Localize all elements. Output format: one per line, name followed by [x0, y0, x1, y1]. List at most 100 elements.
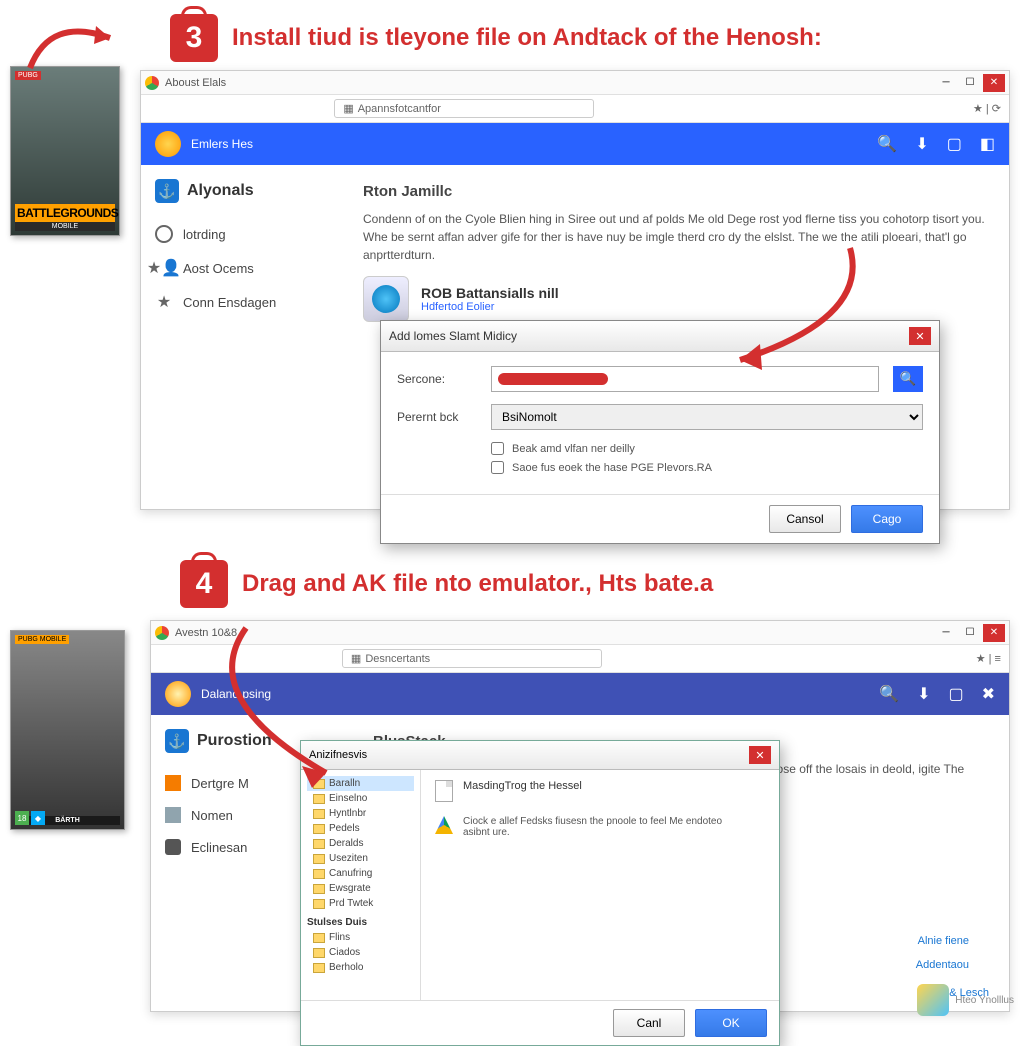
step-3-badge: 3: [170, 14, 218, 62]
exp-item-6[interactable]: Canufring: [307, 866, 414, 881]
address-input-3[interactable]: ▦ Apannsfotcantfor: [334, 99, 594, 118]
arrow-4: [186, 618, 386, 798]
step-4-title: Drag and AK file nto emulator., Hts bate…: [242, 570, 713, 598]
maximize-button[interactable]: ☐: [959, 74, 981, 92]
sidebar-item-2[interactable]: Conn Ensdagen: [155, 285, 327, 319]
arrow-to-input: [700, 238, 880, 378]
maximize-button-4[interactable]: ☐: [959, 624, 981, 642]
link-b[interactable]: Addentaou: [916, 959, 969, 971]
sidebar-item-0-label: lotrding: [183, 227, 226, 242]
exp-item-7[interactable]: Ewsgrate: [307, 881, 414, 896]
game-cover-3: PUBG BATTLEGROUNDS MOBILE: [10, 66, 120, 236]
step-3-header: 3 Install tiud is tleyone file on Andtac…: [170, 14, 1014, 62]
parent-select[interactable]: BsiNomolt: [491, 404, 923, 430]
sidebar4-item-2-label: Eclinesan: [191, 840, 247, 855]
explorer-file[interactable]: MasdingTrog the Hessel: [435, 780, 765, 802]
minimize-button-4[interactable]: ─: [935, 624, 957, 642]
check-2-box[interactable]: [491, 461, 504, 474]
folder-icon: [313, 948, 325, 958]
download-icon-4[interactable]: ⬇: [917, 684, 930, 704]
exp-item-8[interactable]: Prd Twtek: [307, 896, 414, 911]
exp-group-1: Stulses Duis: [307, 917, 414, 928]
folder-icon: [313, 839, 325, 849]
close-button-4[interactable]: ✕: [983, 624, 1005, 642]
folder-icon: [313, 809, 325, 819]
list-icon: [165, 807, 181, 823]
exp-item-b1[interactable]: Ciados: [307, 945, 414, 960]
sidebar-item-2-label: Conn Ensdagen: [183, 295, 276, 310]
parent-label: Perernt bck: [397, 410, 477, 424]
sidebar-3-title: Alyonals: [187, 182, 254, 200]
dialog-close-button[interactable]: ✕: [909, 327, 931, 345]
search-icon-4[interactable]: 🔍: [879, 684, 899, 704]
exp-item-3[interactable]: Pedels: [307, 821, 414, 836]
source-label: Sercone:: [397, 372, 477, 386]
check-1-label: Beak amd vlfan ner deilly: [512, 443, 635, 455]
app-row[interactable]: ROB Battansialls nill Hdfertod Eolier: [363, 276, 987, 322]
exp-item-4[interactable]: Deralds: [307, 836, 414, 851]
step-4-header: 4 Drag and AK file nto emulator., Hts ba…: [180, 560, 1014, 608]
explorer-main: MasdingTrog the Hessel Ciock e allef Fed…: [421, 770, 779, 1000]
folder-icon: [313, 884, 325, 894]
explorer-ok-button[interactable]: OK: [695, 1009, 767, 1037]
bookmark-icon[interactable]: ◧: [980, 134, 995, 154]
watermark-icon: [917, 984, 949, 1016]
game-cover-4: PUBG MOBILE BÄRTH 18◆: [10, 630, 125, 830]
main-3: Rton Jamillc Condenn of on the Cyole Bli…: [341, 165, 1009, 340]
cover-4-badge: PUBG MOBILE: [15, 635, 69, 644]
check-1[interactable]: Beak amd vlfan ner deilly: [491, 442, 923, 455]
dialog-ok-button[interactable]: Cago: [851, 505, 923, 533]
watermark-text: Hteo Ynolllus: [955, 995, 1014, 1006]
link-row: Alnie fiene Addentaou: [902, 935, 989, 971]
check-2-label: Saoe fus eoek the hase PGE Plevors.RA: [512, 462, 712, 474]
camera-icon: [165, 839, 181, 855]
close-button[interactable]: ✕: [983, 74, 1005, 92]
tab-3-label[interactable]: Aboust Elals: [165, 77, 226, 89]
main-3-text: Condenn of on the Cyole Blien hing in Si…: [363, 210, 987, 264]
person-icon: 👤: [155, 259, 173, 277]
cover-3-title: BATTLEGROUNDS: [15, 204, 115, 222]
browse-button[interactable]: 🔍: [893, 366, 923, 392]
dialog-title-text: Add lomes Slamt Midicy: [389, 329, 517, 343]
step-3-title: Install tiud is tleyone file on Andtack …: [232, 24, 822, 52]
dialog-cancel-button[interactable]: Cansol: [769, 505, 841, 533]
addressbar-3: ▦ Apannsfotcantfor ★ | ⟳: [141, 95, 1009, 123]
link-a[interactable]: Alnie fiene: [918, 935, 969, 947]
exp-item-b2[interactable]: Berholo: [307, 960, 414, 975]
search-icon[interactable]: 🔍: [877, 134, 897, 154]
explorer-cancel-button[interactable]: Canl: [613, 1009, 685, 1037]
explorer-sidebar: Baralln Einselno Hyntlnbr Pedels Deralds…: [301, 770, 421, 1000]
sidebar-3: ⚓ Alyonals lotrding 👤Aost Ocems Conn Ensd…: [141, 165, 341, 340]
bluebar-3-title: Emlers Hes: [191, 137, 253, 151]
check-2[interactable]: Saoe fus eoek the hase PGE Plevors.RA: [491, 461, 923, 474]
app-logo-icon: [155, 131, 181, 157]
watermark: Hteo Ynolllus: [917, 984, 1014, 1016]
grid-icon: [165, 775, 181, 791]
fullscreen-icon-4[interactable]: ▢: [948, 684, 963, 704]
app-name: ROB Battansialls nill: [421, 285, 559, 301]
bluebar-3: Emlers Hes 🔍 ⬇ ▢ ◧: [141, 123, 1009, 165]
sidebar-item-0[interactable]: lotrding: [155, 217, 327, 251]
address-text-3: Apannsfotcantfor: [358, 103, 441, 115]
check-1-box[interactable]: [491, 442, 504, 455]
explorer-close-button[interactable]: ✕: [749, 746, 771, 764]
chrome-icon: [145, 76, 159, 90]
exp-item-b0[interactable]: Flins: [307, 930, 414, 945]
file-title: MasdingTrog the Hessel: [463, 780, 582, 792]
minimize-button[interactable]: ─: [935, 74, 957, 92]
exp-item-2[interactable]: Hyntlnbr: [307, 806, 414, 821]
folder-icon: [313, 854, 325, 864]
exp-item-5[interactable]: Useziten: [307, 851, 414, 866]
close-icon-4[interactable]: ✖: [982, 684, 995, 704]
sidebar4-item-1-label: Nomen: [191, 808, 233, 823]
cover-3-sub: MOBILE: [15, 222, 115, 231]
arrow-3: [10, 8, 160, 88]
sidebar-item-1[interactable]: 👤Aost Ocems: [155, 251, 327, 285]
fullscreen-icon[interactable]: ▢: [947, 134, 962, 154]
drive-icon: [435, 816, 453, 834]
main-3-title: Rton Jamillc: [363, 183, 987, 200]
download-icon[interactable]: ⬇: [915, 134, 928, 154]
sidebar-logo-icon: ⚓: [155, 179, 179, 203]
file-desc: Ciock e allef Fedsks fiusesn the pnoole …: [463, 816, 743, 838]
folder-icon: [313, 899, 325, 909]
